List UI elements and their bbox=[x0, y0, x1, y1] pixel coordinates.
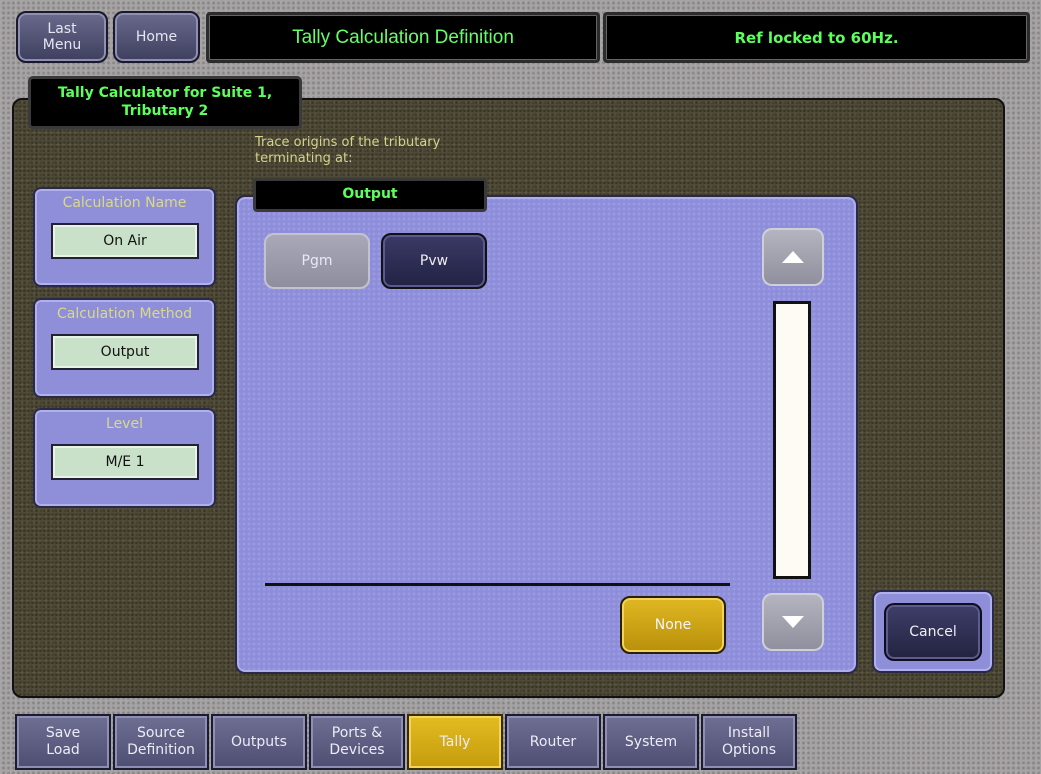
status-box: Ref locked to 60Hz. bbox=[603, 12, 1030, 63]
suite-label: Tally Calculator for Suite 1, Tributary … bbox=[28, 76, 302, 129]
calculation-method-group: Calculation Method Output bbox=[33, 298, 216, 398]
page-title-box: Tally Calculation Definition bbox=[206, 12, 600, 63]
calculation-name-group: Calculation Name On Air bbox=[33, 187, 216, 287]
none-button[interactable]: None bbox=[620, 596, 726, 654]
source-button-pgm[interactable]: Pgm bbox=[264, 233, 370, 289]
tab-ports-devices[interactable]: Ports & Devices bbox=[309, 714, 405, 770]
cancel-button[interactable]: Cancel bbox=[884, 603, 982, 661]
scroll-down-arrow-icon bbox=[782, 616, 804, 628]
tab-outputs[interactable]: Outputs bbox=[211, 714, 307, 770]
tab-install-options[interactable]: Install Options bbox=[701, 714, 797, 770]
page-title: Tally Calculation Definition bbox=[292, 26, 514, 48]
tab-save-load[interactable]: Save Load bbox=[15, 714, 111, 770]
calculation-name-field[interactable]: On Air bbox=[51, 223, 199, 259]
calculation-method-label: Calculation Method bbox=[56, 306, 193, 322]
home-button[interactable]: Home bbox=[113, 11, 200, 63]
calculation-name-label: Calculation Name bbox=[62, 195, 187, 211]
scroll-down-button[interactable] bbox=[762, 593, 824, 651]
level-group: Level M/E 1 bbox=[33, 408, 216, 508]
reference-status: Ref locked to 60Hz. bbox=[734, 28, 899, 47]
scrollbar-track[interactable] bbox=[773, 301, 811, 579]
scroll-up-arrow-icon bbox=[782, 251, 804, 263]
tab-source-definition[interactable]: Source Definition bbox=[113, 714, 209, 770]
last-menu-button[interactable]: Last Menu bbox=[16, 11, 108, 63]
tab-tally[interactable]: Tally bbox=[407, 714, 503, 770]
output-header: Output bbox=[253, 178, 487, 212]
list-divider bbox=[265, 583, 730, 586]
level-label: Level bbox=[106, 416, 143, 432]
source-button-pvw[interactable]: Pvw bbox=[381, 233, 487, 289]
scroll-up-button[interactable] bbox=[762, 228, 824, 286]
level-field[interactable]: M/E 1 bbox=[51, 444, 199, 480]
tab-system[interactable]: System bbox=[603, 714, 699, 770]
calculation-method-field[interactable]: Output bbox=[51, 334, 199, 370]
trace-instructions: Trace origins of the tributary terminati… bbox=[255, 135, 441, 166]
tab-router[interactable]: Router bbox=[505, 714, 601, 770]
